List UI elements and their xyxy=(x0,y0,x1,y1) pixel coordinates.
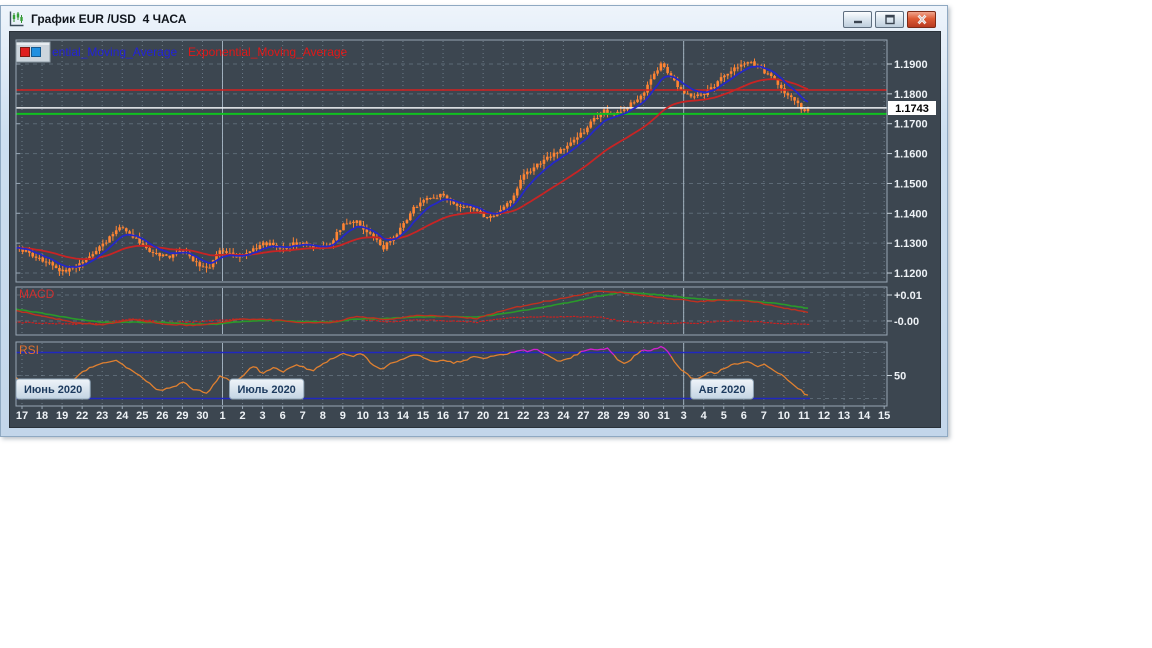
x-tick-label: 14 xyxy=(858,410,871,422)
price-tick-label: 1.1300 xyxy=(894,238,928,250)
price-tick-label: 1.1400 xyxy=(894,208,928,220)
month-separator-lines xyxy=(222,41,685,405)
x-tick-label: 23 xyxy=(96,410,108,422)
x-tick-label: 2 xyxy=(239,410,245,422)
month-label: Авг 2020 xyxy=(699,384,746,396)
price-tick-label: 1.1800 xyxy=(894,89,928,101)
price-tick-label: 1.1700 xyxy=(894,119,928,131)
x-tick-label: 16 xyxy=(437,410,449,422)
price-tick-label: 1.1500 xyxy=(894,178,928,190)
rsi-panel-label: RSI xyxy=(19,343,39,357)
x-tick-label: 10 xyxy=(357,410,369,422)
x-tick-label: 22 xyxy=(517,410,529,422)
price-tick-label: 1.1600 xyxy=(894,149,928,161)
x-tick-label: 28 xyxy=(597,410,609,422)
legend-slow-ma-label: Exponential_Moving_Average xyxy=(188,45,348,59)
macd-tick-label: -0.00 xyxy=(894,316,919,328)
maximize-button[interactable] xyxy=(875,11,904,28)
minimize-button[interactable] xyxy=(843,11,872,28)
candlestick-chart-icon xyxy=(6,9,25,28)
x-tick-label: 17 xyxy=(16,410,28,422)
x-tick-label: 18 xyxy=(36,410,48,422)
red-indicator-swatch[interactable] xyxy=(20,47,30,57)
current-price-marker: 1.1743 xyxy=(888,101,936,115)
x-tick-label: 3 xyxy=(260,410,266,422)
x-tick-label: 24 xyxy=(116,410,129,422)
x-tick-label: 6 xyxy=(280,410,286,422)
x-tick-label: 6 xyxy=(741,410,747,422)
window-title: График EUR /USD 4 ЧАСА xyxy=(31,11,187,26)
grid-layer xyxy=(17,41,886,405)
legend-fast-ma-label: ential_Moving_Average xyxy=(52,45,178,59)
ema-layer xyxy=(16,65,809,269)
month-label: Июль 2020 xyxy=(238,384,296,396)
x-tick-label: 19 xyxy=(56,410,68,422)
x-tick-label: 12 xyxy=(818,410,830,422)
rsi-tick-label: 50 xyxy=(894,371,906,383)
x-tick-label: 14 xyxy=(397,410,410,422)
current-price-label: 1.1743 xyxy=(895,103,929,115)
x-tick-label: 13 xyxy=(377,410,389,422)
x-tick-label: 10 xyxy=(778,410,790,422)
indicator-buttons-panel[interactable] xyxy=(15,41,51,63)
x-tick-label: 9 xyxy=(340,410,346,422)
x-tick-label: 22 xyxy=(76,410,88,422)
macd-tick-label: +0.01 xyxy=(894,290,922,302)
x-tick-label: 8 xyxy=(320,410,326,422)
chart-area: 1.1900 1.1800 1.1700 1.1600 1.1500 1.1400 1.13… xyxy=(9,31,941,428)
chart-canvas[interactable]: 1.1900 1.1800 1.1700 1.1600 1.1500 1.1400 1.13… xyxy=(10,32,940,427)
x-tick-label: 21 xyxy=(497,410,509,422)
x-tick-label: 11 xyxy=(798,410,810,422)
x-tick-label: 29 xyxy=(176,410,188,422)
x-tick-label: 3 xyxy=(681,410,687,422)
macd-panel-label: MACD xyxy=(19,287,55,301)
chart-window: График EUR /USD 4 ЧАСА 1.1900 1.1800 1.170… xyxy=(0,5,948,437)
title-bar[interactable]: График EUR /USD 4 ЧАСА xyxy=(1,6,947,31)
x-tick-label: 23 xyxy=(537,410,549,422)
desktop: { "window": { "title": "График EUR /USD … xyxy=(0,0,1152,648)
x-tick-label: 25 xyxy=(136,410,148,422)
x-tick-label: 24 xyxy=(557,410,570,422)
month-labels: Июнь 2020 Июль 2020 Авг 2020 xyxy=(15,378,754,400)
x-tick-label: 26 xyxy=(156,410,168,422)
price-tick-label: 1.1200 xyxy=(894,268,928,280)
x-tick-label: 13 xyxy=(838,410,850,422)
x-tick-label: 1 xyxy=(219,410,225,422)
x-tick-label: 15 xyxy=(417,410,429,422)
x-tick-label: 30 xyxy=(637,410,649,422)
x-tick-label: 20 xyxy=(477,410,489,422)
x-tick-label: 7 xyxy=(761,410,767,422)
x-tick-label: 29 xyxy=(617,410,629,422)
x-tick-label: 4 xyxy=(701,410,708,422)
blue-indicator-swatch[interactable] xyxy=(31,47,41,57)
x-tick-label: 31 xyxy=(657,410,669,422)
x-tick-label: 7 xyxy=(300,410,306,422)
x-tick-label: 5 xyxy=(721,410,727,422)
x-tick-label: 30 xyxy=(196,410,208,422)
x-tick-label: 27 xyxy=(577,410,589,422)
x-tick-label: 17 xyxy=(457,410,469,422)
month-label: Июнь 2020 xyxy=(24,384,82,396)
price-tick-label: 1.1900 xyxy=(894,59,928,71)
x-tick-label: 15 xyxy=(878,410,890,422)
close-button[interactable] xyxy=(907,11,936,28)
panel-borders xyxy=(15,39,888,407)
